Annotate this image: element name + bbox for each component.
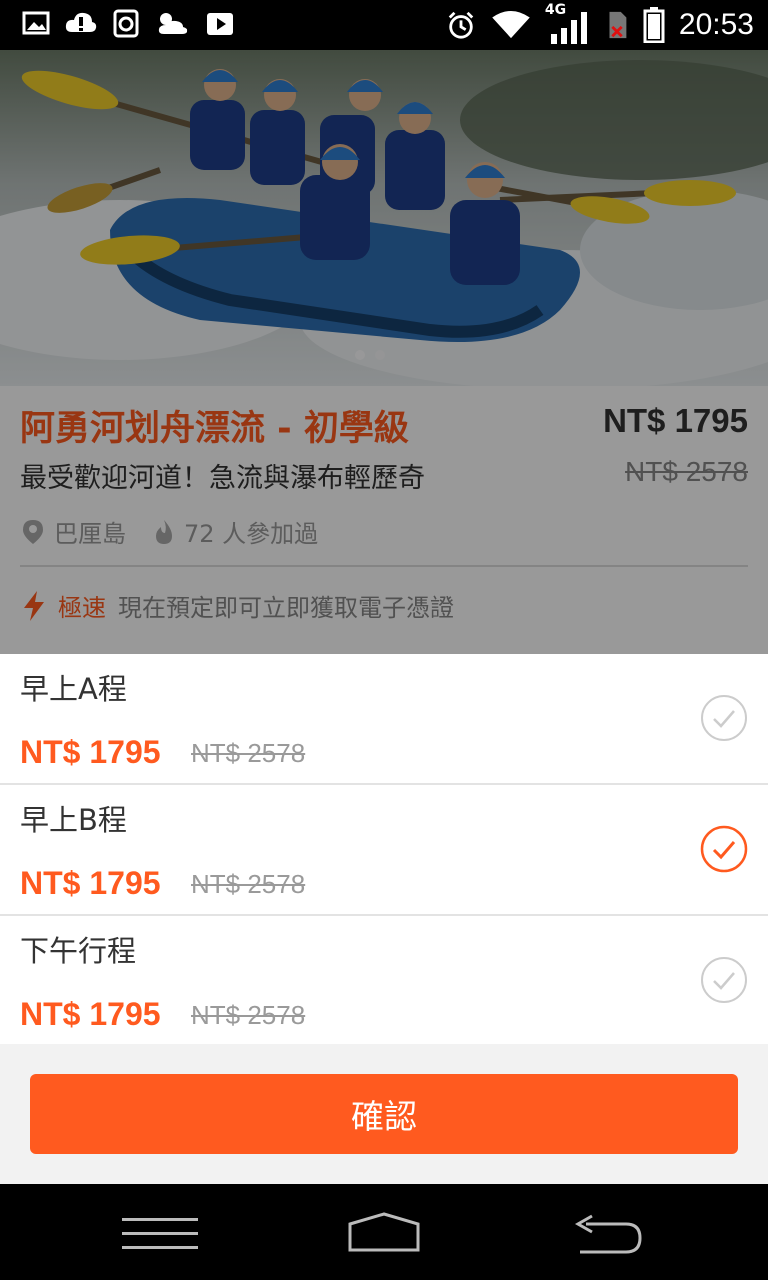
alarm-icon xyxy=(448,11,474,39)
option-name: 早上B程 xyxy=(20,803,127,837)
battery-icon xyxy=(643,7,665,43)
gallery-icon xyxy=(22,11,50,35)
option-name: 早上A程 xyxy=(20,672,127,706)
option-original-price: NT$ 2578 xyxy=(191,738,306,768)
option-list: 早上A程 NT$ 1795 NT$ 2578 早上B程 NT$ 1795 NT$… xyxy=(0,654,768,1047)
dim-overlay[interactable] xyxy=(0,50,768,654)
confirm-bar: 確認 xyxy=(0,1044,768,1184)
option-price: NT$ 1795 xyxy=(20,734,161,770)
home-icon[interactable] xyxy=(346,1212,422,1254)
option-original-price: NT$ 2578 xyxy=(191,869,306,899)
back-icon[interactable] xyxy=(572,1214,644,1256)
cloud-icon xyxy=(65,12,97,32)
option-original-price: NT$ 2578 xyxy=(191,1000,306,1030)
option-afternoon[interactable]: 下午行程 NT$ 1795 NT$ 2578 xyxy=(0,916,768,1047)
navigation-bar xyxy=(0,1184,768,1280)
sim-error-icon xyxy=(609,11,627,39)
option-name: 下午行程 xyxy=(20,934,137,968)
cell-signal-icon: 4G xyxy=(545,2,591,44)
option-morning-b[interactable]: 早上B程 NT$ 1795 NT$ 2578 xyxy=(0,785,768,916)
check-circle-icon[interactable] xyxy=(700,956,748,1004)
option-price: NT$ 1795 xyxy=(20,996,161,1032)
option-price: NT$ 1795 xyxy=(20,865,161,901)
wifi-icon xyxy=(492,10,530,39)
weather-icon xyxy=(158,13,188,34)
check-circle-selected-icon[interactable] xyxy=(700,825,748,873)
status-bar: 4G 20:53 xyxy=(0,0,768,50)
play-store-icon xyxy=(207,13,233,35)
option-morning-a[interactable]: 早上A程 NT$ 1795 NT$ 2578 xyxy=(0,654,768,785)
recycle-icon xyxy=(113,9,139,38)
clock: 20:53 xyxy=(678,8,754,41)
menu-icon[interactable] xyxy=(122,1216,198,1252)
confirm-button[interactable]: 確認 xyxy=(30,1074,738,1154)
check-circle-icon[interactable] xyxy=(700,694,748,742)
